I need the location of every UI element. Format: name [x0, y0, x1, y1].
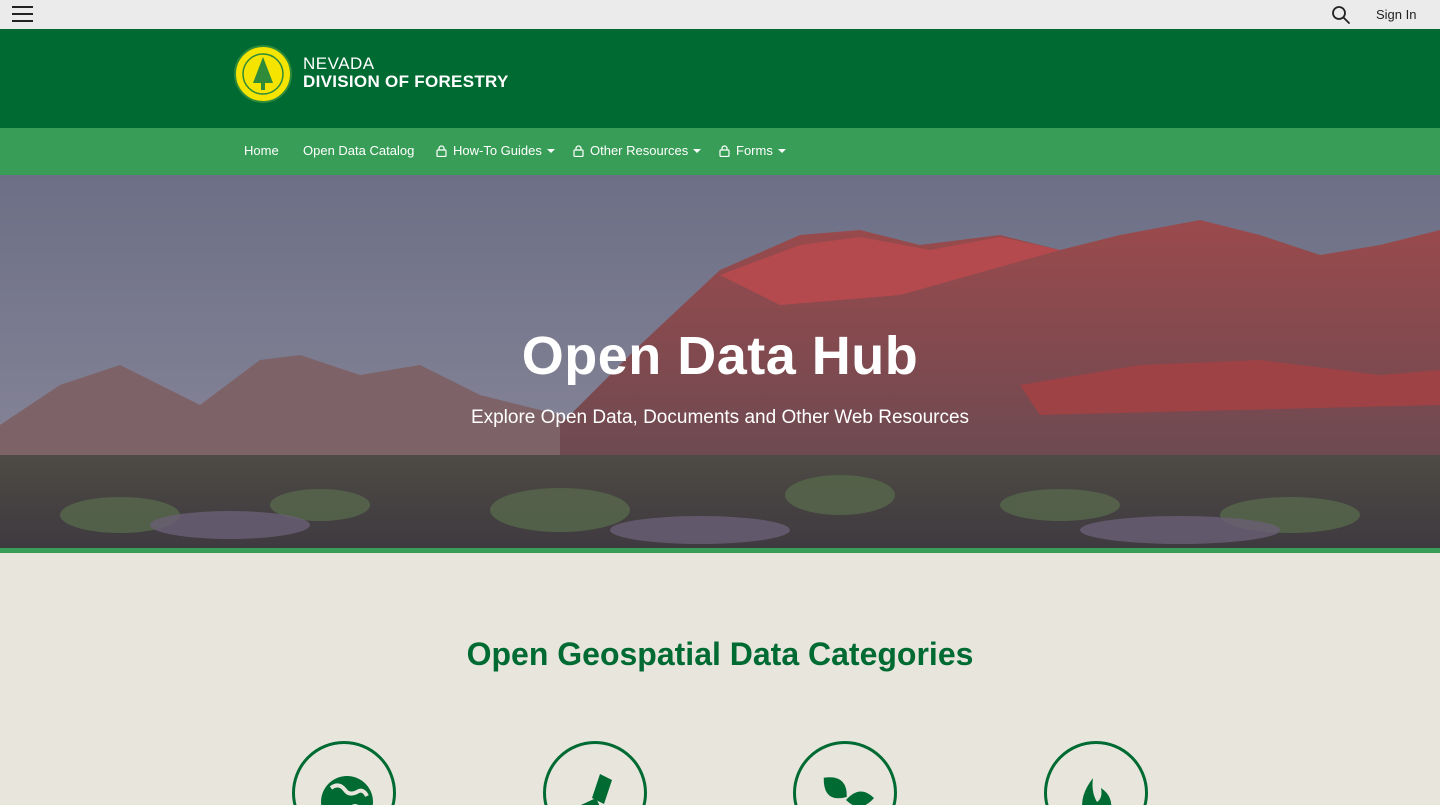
nav-item-home[interactable]: Home: [244, 143, 279, 158]
category-leaves-button[interactable]: [793, 741, 897, 805]
nav-item-label: How-To Guides: [453, 143, 542, 158]
category-torch-button[interactable]: [543, 741, 647, 805]
site-header: NEVADA DIVISION OF FORESTRY: [0, 29, 1440, 128]
nav-item-label: Forms: [736, 143, 773, 158]
category-flame-button[interactable]: [1044, 741, 1148, 805]
sign-in-link[interactable]: Sign In: [1376, 7, 1416, 22]
caret-down-icon: [546, 148, 555, 153]
caret-down-icon: [693, 148, 702, 153]
lock-icon: [719, 144, 730, 157]
search-icon[interactable]: [1331, 5, 1351, 25]
hero-bottom-border: [0, 548, 1440, 553]
lock-icon: [573, 144, 584, 157]
categories-heading: Open Geospatial Data Categories: [466, 636, 974, 672]
nav-item-label: Other Resources: [590, 143, 689, 158]
forestry-seal-logo[interactable]: [234, 45, 292, 103]
hero-banner: Open Data Hub Explore Open Data, Documen…: [0, 175, 1440, 548]
hamburger-menu-icon[interactable]: [12, 5, 33, 23]
category-globe-button[interactable]: [292, 741, 396, 805]
brand-state: NEVADA: [303, 54, 375, 73]
caret-down-icon: [777, 148, 786, 153]
leaves-icon: [823, 777, 874, 805]
hero-subtitle: Explore Open Data, Documents and Other W…: [470, 407, 970, 428]
top-utility-bar: Sign In: [0, 0, 1440, 29]
nav-item-how-to-guides[interactable]: How-To Guides: [436, 143, 555, 158]
main-nav: Home Open Data Catalog How-To Guides Oth…: [0, 128, 1440, 175]
flame-icon: [1082, 778, 1112, 805]
brand-division: DIVISION OF FORESTRY: [303, 72, 509, 91]
nav-item-other-resources[interactable]: Other Resources: [573, 143, 702, 158]
brand-wordmark[interactable]: NEVADA DIVISION OF FORESTRY: [303, 55, 509, 91]
globe-icon: [321, 776, 373, 805]
torch-icon: [577, 774, 612, 805]
hero-title: Open Data Hub: [521, 326, 919, 386]
nav-item-label: Open Data Catalog: [303, 143, 415, 158]
nav-item-label: Home: [244, 143, 279, 158]
nav-item-open-data-catalog[interactable]: Open Data Catalog: [303, 143, 414, 158]
lock-icon: [436, 144, 447, 157]
nav-item-forms[interactable]: Forms: [719, 143, 786, 158]
